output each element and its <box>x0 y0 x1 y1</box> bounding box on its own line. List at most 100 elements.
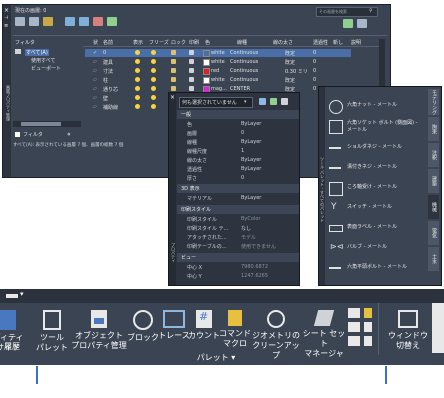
tool-surface-label[interactable]: 表面ラベル - メートル <box>329 221 421 237</box>
lock-icon[interactable] <box>171 68 176 73</box>
freeze-sun-icon[interactable] <box>151 50 156 55</box>
on-bulb-icon[interactable] <box>135 68 140 73</box>
table-row[interactable]: ▱ 建具 white Continuous 既定 0 <box>85 58 351 66</box>
layer-search-input[interactable]: その画層を検索 ⚲ <box>316 7 378 17</box>
prop-row[interactable]: 線種尺度 1 <box>183 147 299 155</box>
prop-row[interactable]: 印刷テーブルの... 使用できません <box>183 242 299 250</box>
layer-panel-titlebar[interactable]: × ⊣ ≡ 画層プロパティ管理 <box>3 5 11 177</box>
ribbon-btn-count[interactable]: # カウント <box>188 310 220 341</box>
lock-icon[interactable] <box>171 59 176 64</box>
on-bulb-icon[interactable] <box>135 95 140 100</box>
new-layer-icon[interactable] <box>65 17 75 26</box>
markup-icon[interactable] <box>348 308 360 318</box>
drawing-recovery-icon[interactable] <box>364 322 372 332</box>
tool-hex-flat-bolt[interactable]: 六角平頭ボルト - メートル <box>329 261 421 277</box>
table-row[interactable]: ✔ 0 white Continuous 既定 0 <box>85 49 351 57</box>
ribbon-btn-sheet-set-manager[interactable]: シート セット マネージャ <box>300 310 348 359</box>
prop-row[interactable]: 透過性 ByLayer <box>183 165 299 173</box>
printer-icon[interactable] <box>189 77 194 82</box>
on-bulb-icon[interactable] <box>135 77 140 82</box>
properties-menu-icon[interactable]: ≡ <box>4 23 8 29</box>
external-references-icon[interactable] <box>364 336 372 346</box>
col-linetype[interactable]: 線種 <box>237 39 247 46</box>
select-objects-icon[interactable] <box>270 98 277 105</box>
tool-switch[interactable]: Y スイッチ - メートル <box>329 201 421 217</box>
on-bulb-icon[interactable] <box>135 50 140 55</box>
freeze-sun-icon[interactable] <box>151 95 156 100</box>
color-swatch[interactable] <box>203 68 210 75</box>
lock-icon[interactable] <box>171 77 176 82</box>
prop-row[interactable]: 中心 Y 1247.6265 <box>183 272 299 280</box>
color-swatch[interactable] <box>203 59 210 66</box>
ribbon-tab-chevron-icon[interactable]: ▾ <box>20 290 24 298</box>
section-plot-style[interactable]: 印刷スタイル <box>177 205 299 214</box>
col-plot[interactable]: 印刷 <box>189 39 199 46</box>
new-layer-vp-frozen-icon[interactable] <box>79 17 89 26</box>
filter-used[interactable]: 使用すべて <box>31 57 55 64</box>
prop-row[interactable]: 線の太さ ByLayer <box>183 156 299 164</box>
ribbon-overflow-panel[interactable] <box>432 303 444 353</box>
printer-icon[interactable] <box>189 59 194 64</box>
freeze-sun-icon[interactable] <box>151 77 156 82</box>
filter-all[interactable]: すべて(A) <box>25 49 49 56</box>
col-color[interactable]: 色 <box>205 39 210 46</box>
tool-slotted-screw[interactable]: 溝付きネジ - メートル <box>329 161 421 177</box>
col-freeze[interactable]: フリーズ <box>149 39 169 46</box>
prop-row[interactable]: 印刷スタイル ByColor <box>183 215 299 223</box>
col-lock[interactable]: ロック <box>171 39 186 46</box>
freeze-sun-icon[interactable] <box>151 86 156 91</box>
col-description[interactable]: 説明 <box>351 39 361 46</box>
props-titlebar[interactable]: × プロパティ <box>169 93 176 285</box>
ribbon-btn-properties[interactable]: オブジェクト プロパティ管理 <box>70 310 128 351</box>
col-name[interactable]: 名前 <box>103 39 113 46</box>
toggle-pickadd-icon[interactable] <box>259 98 266 105</box>
layer-states-icon[interactable] <box>43 17 53 26</box>
ribbon-btn-block[interactable]: ブロック <box>126 310 160 343</box>
new-property-filter-icon[interactable] <box>15 17 25 26</box>
autohide-icon[interactable]: ⊣ <box>4 15 8 21</box>
section-view[interactable]: ビュー <box>177 253 299 262</box>
refresh-icon[interactable] <box>343 19 353 28</box>
section-general[interactable]: 一般 <box>177 110 299 119</box>
ribbon-btn-tool-palettes[interactable]: ツール パレット <box>34 310 70 353</box>
filter-scrollbar[interactable] <box>13 121 81 127</box>
on-bulb-icon[interactable] <box>135 86 140 91</box>
printer-icon[interactable] <box>189 68 194 73</box>
col-on[interactable]: 表示 <box>133 39 143 46</box>
lock-icon[interactable] <box>171 86 176 91</box>
delete-layer-icon[interactable] <box>93 17 103 26</box>
tab-constraints[interactable]: 拘束 <box>428 117 439 141</box>
collapse-chevron-icon[interactable]: « <box>67 131 71 138</box>
color-swatch[interactable] <box>203 77 210 84</box>
col-transparency[interactable]: 透過性 <box>313 39 328 46</box>
prop-row[interactable]: 印刷スタイル テ... なし <box>183 224 299 232</box>
quick-select-icon[interactable] <box>281 98 288 105</box>
table-row[interactable]: ▱ 柱 white Continuous 既定 0 <box>85 76 351 84</box>
tab-modeling[interactable]: モデリング <box>428 89 439 115</box>
tab-annotation[interactable]: 注釈 <box>428 143 439 167</box>
prop-row[interactable]: 画層 0 <box>183 129 299 137</box>
section-3d-visualization[interactable]: 3D 表示 <box>177 184 299 193</box>
tool-valve[interactable]: ⊳⊲ バルブ - メートル <box>329 241 421 257</box>
freeze-sun-icon[interactable] <box>151 104 156 109</box>
close-icon[interactable]: × <box>4 7 9 14</box>
palettes-panel-label[interactable]: パレット ▾ <box>176 352 256 363</box>
ribbon-btn-trace[interactable]: トレース <box>158 310 190 341</box>
set-current-icon[interactable] <box>107 17 117 26</box>
freeze-sun-icon[interactable] <box>151 59 156 64</box>
printer-icon[interactable] <box>189 50 194 55</box>
selection-dropdown[interactable]: 何も選択されていません ▾ <box>179 97 253 108</box>
prop-row[interactable]: 中心 X 7980.6872 <box>183 263 299 271</box>
tool-palette-titlebar[interactable]: ツール パレット - すべてのパレット <box>319 87 325 285</box>
tool-roller-bearing[interactable]: ころ軸受け - メートル <box>329 181 421 197</box>
lock-icon[interactable] <box>171 50 176 55</box>
new-group-filter-icon[interactable] <box>29 17 39 26</box>
tab-mechanical[interactable]: 機械 <box>428 195 439 219</box>
quick-properties-icon[interactable] <box>364 308 372 318</box>
invert-filter-checkbox[interactable] <box>15 132 20 137</box>
table-row[interactable]: ▱ 寸法 red Continuous 0.30 ミリ 0 <box>85 67 351 75</box>
tab-architecture[interactable]: 建築 <box>428 169 439 193</box>
on-bulb-icon[interactable] <box>135 104 140 109</box>
on-bulb-icon[interactable] <box>135 59 140 64</box>
printer-icon[interactable] <box>189 86 194 91</box>
